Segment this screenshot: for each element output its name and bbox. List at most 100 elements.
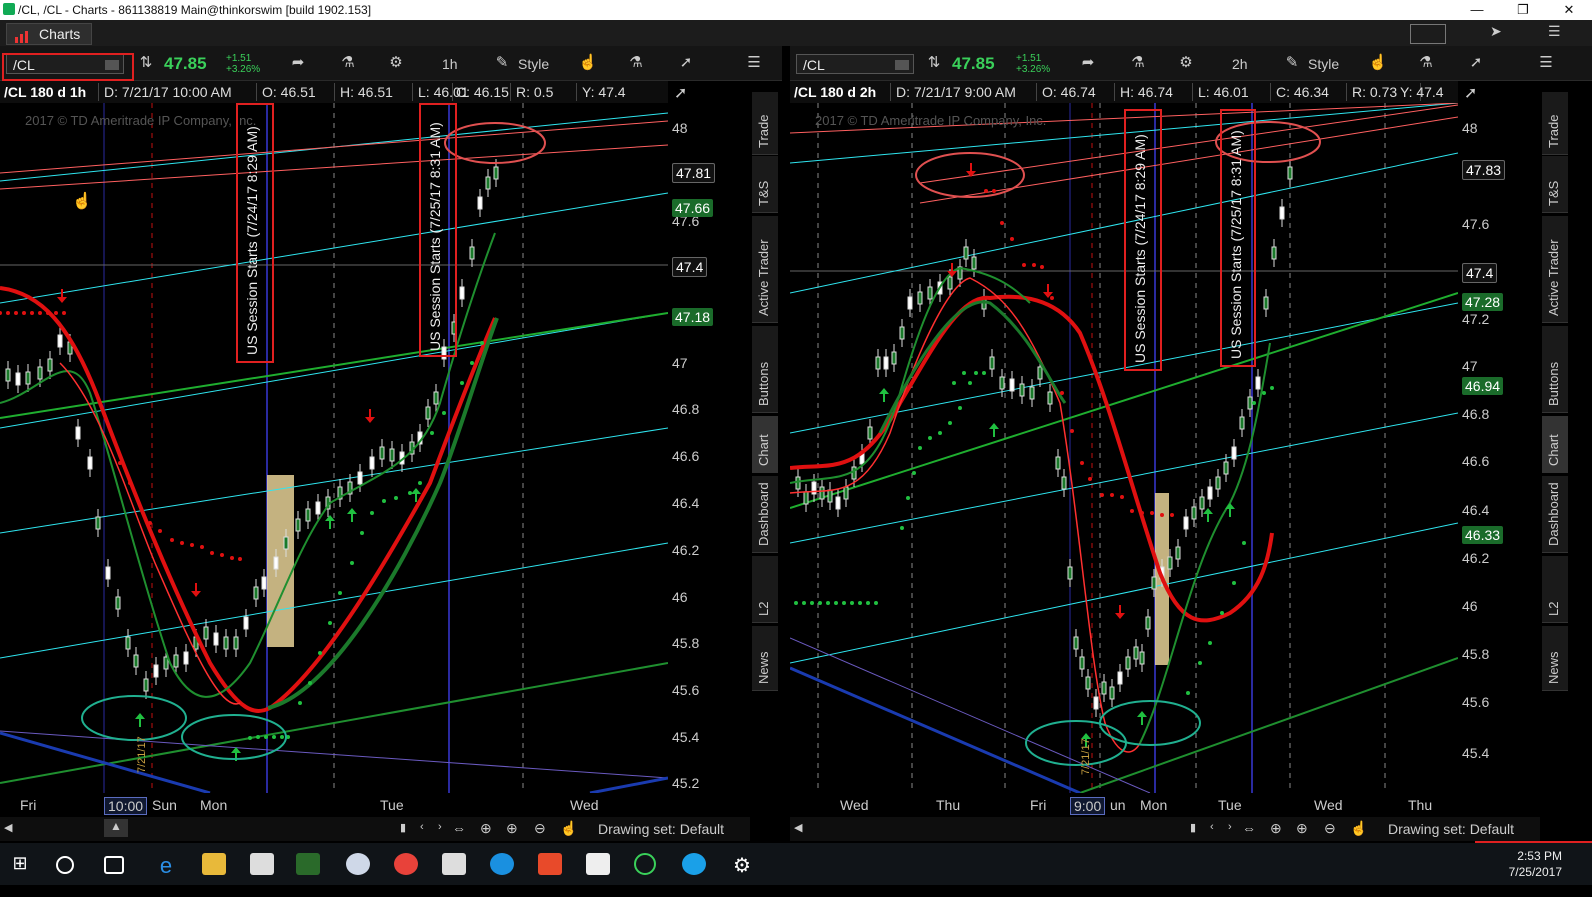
skype-icon[interactable] [682, 853, 706, 875]
side-tab-news[interactable]: News [752, 626, 778, 691]
side-tab-buttons[interactable]: Buttons [1542, 326, 1568, 413]
clock-date[interactable]: 7/25/2017 [1509, 865, 1562, 879]
crosshair-icon[interactable]: ⊕ [1270, 820, 1282, 837]
side-tab-t-s[interactable]: T&S [1542, 156, 1568, 213]
style-icon[interactable]: ✎ [1282, 54, 1302, 72]
menu-icon[interactable]: ☰ [1536, 54, 1556, 72]
side-tab-chart[interactable]: Chart [1542, 416, 1568, 473]
side-tab-news[interactable]: News [1542, 626, 1568, 691]
drawings-icon[interactable]: ➚ [1466, 54, 1486, 72]
crosshair-icon[interactable]: ⊕ [480, 820, 492, 837]
drawing-tool-icon[interactable]: ➚ [674, 83, 687, 103]
indicator-dot [220, 553, 224, 557]
search-icon[interactable] [56, 856, 74, 874]
scroll-handle-icon[interactable]: ▮ [400, 821, 406, 834]
zoom-out-icon[interactable]: ⊖ [1324, 820, 1336, 837]
fit-icon[interactable]: ⇔ [1242, 820, 1256, 836]
clock-time[interactable]: 2:53 PM [1517, 849, 1562, 863]
settings-gear-icon[interactable]: ⚙ [730, 853, 754, 877]
price-axis-left[interactable]: 48 47.6 47 46.8 46.6 46.4 46.2 46 45.8 45.6 45.4 45… [668, 103, 750, 793]
side-tab-l2[interactable]: L2 [1542, 556, 1568, 623]
share-icon[interactable]: ➦ [288, 54, 308, 72]
task-view-icon[interactable] [104, 856, 124, 874]
studies-flask-icon[interactable]: ⚗ [338, 54, 358, 72]
side-tab-active-trader[interactable]: Active Trader [1542, 216, 1568, 323]
side-tab-trade[interactable]: Trade [752, 92, 778, 155]
chart-plot-left[interactable]: 2017 © TD Ameritrade IP Company, Inc. US… [0, 103, 668, 793]
menu-icon[interactable]: ☰ [744, 54, 764, 72]
scroll-left-icon[interactable]: ◀ [4, 821, 12, 834]
file-explorer-icon[interactable] [202, 853, 226, 875]
link-icon[interactable]: ⇅ [924, 54, 944, 72]
sync-app-icon[interactable] [490, 853, 514, 875]
pan-hand-icon[interactable]: ☝ [560, 820, 577, 837]
candle-body [143, 678, 149, 692]
panel-options-icon[interactable]: ☰ [1548, 23, 1568, 43]
thinkorswim-app-icon[interactable] [296, 853, 320, 875]
symbol-selector[interactable]: /CL [796, 54, 914, 74]
expand-icon[interactable]: ▲ [104, 819, 128, 837]
layout-toggle-icon[interactable] [1410, 24, 1446, 44]
scroll-prev-icon[interactable]: ‹ [1210, 821, 1214, 833]
pin-icon[interactable]: ➤ [1490, 23, 1510, 43]
side-tab-chart[interactable]: Chart [752, 416, 778, 473]
cursor-hand-icon[interactable]: ☝ [578, 54, 598, 72]
clock-app-icon[interactable] [346, 853, 370, 875]
style-button[interactable]: Style [1308, 56, 1339, 72]
restore-button[interactable]: ❐ [1500, 1, 1546, 19]
style-icon[interactable]: ✎ [492, 54, 512, 72]
timeframe-button[interactable]: 1h [442, 56, 458, 72]
scroll-next-icon[interactable]: › [438, 821, 442, 833]
timeframe-button[interactable]: 2h [1232, 56, 1248, 72]
side-tab-t-s[interactable]: T&S [752, 156, 778, 213]
side-tab-trade[interactable]: Trade [1542, 92, 1568, 155]
cursor-hand-icon[interactable]: ☝ [1368, 54, 1388, 72]
chrome-icon[interactable] [394, 853, 418, 875]
close-button[interactable]: ✕ [1546, 1, 1592, 19]
scroll-left-icon[interactable]: ◀ [794, 821, 802, 834]
chart-plot-right[interactable]: 2017 © TD Ameritrade IP Company, Inc. US… [790, 103, 1458, 793]
copyright-text: 2017 © TD Ameritrade IP Company, Inc. [815, 113, 1047, 128]
store-icon[interactable] [250, 853, 274, 875]
pan-hand-icon[interactable]: ☝ [1350, 820, 1367, 837]
pattern-flask-icon[interactable]: ⚗ [626, 54, 646, 72]
link-icon[interactable]: ⇅ [136, 54, 156, 72]
fit-icon[interactable]: ⇔ [452, 820, 466, 836]
s-app-icon[interactable] [538, 853, 562, 875]
change-value: +1.51 [1016, 53, 1042, 64]
scroll-prev-icon[interactable]: ‹ [420, 821, 424, 833]
calculator-icon[interactable] [442, 853, 466, 875]
mail-icon[interactable] [586, 853, 610, 875]
share-icon[interactable]: ➦ [1078, 54, 1098, 72]
style-button[interactable]: Style [518, 56, 549, 72]
zoom-in-icon[interactable]: ⊕ [1296, 820, 1308, 837]
edge-browser-icon[interactable]: e [154, 853, 178, 878]
scroll-next-icon[interactable]: › [1228, 821, 1232, 833]
scroll-handle-icon[interactable]: ▮ [1190, 821, 1196, 834]
windows-start-icon[interactable]: ⊞ [8, 853, 32, 875]
indicator-dot [912, 471, 916, 475]
candle-body [25, 371, 31, 385]
settings-gear-icon[interactable]: ⚙ [386, 54, 406, 72]
drawing-set-label[interactable]: Drawing set: Default [598, 821, 724, 837]
side-tab-dashboard[interactable]: Dashboard [1542, 476, 1568, 553]
indicator-dot [370, 511, 374, 515]
drawing-set-label[interactable]: Drawing set: Default [1388, 821, 1514, 837]
pattern-flask-icon[interactable]: ⚗ [1416, 54, 1436, 72]
drawing-tool-icon[interactable]: ➚ [1464, 83, 1477, 103]
charts-tab[interactable]: Charts [6, 23, 92, 45]
side-tab-label: T&S [1546, 180, 1561, 206]
indicator-dot [1120, 495, 1124, 499]
minimize-button[interactable]: — [1454, 1, 1500, 19]
side-tab-active-trader[interactable]: Active Trader [752, 216, 778, 323]
vpn-app-icon[interactable] [634, 853, 656, 875]
price-axis-right[interactable]: 48 47.6 47.2 47 46.8 46.6 46.4 46.2 46 45.8 45.6 45… [1458, 103, 1540, 793]
drawings-icon[interactable]: ➚ [676, 54, 696, 72]
zoom-out-icon[interactable]: ⊖ [534, 820, 546, 837]
studies-flask-icon[interactable]: ⚗ [1128, 54, 1148, 72]
zoom-in-icon[interactable]: ⊕ [506, 820, 518, 837]
settings-gear-icon[interactable]: ⚙ [1176, 54, 1196, 72]
side-tab-dashboard[interactable]: Dashboard [752, 476, 778, 553]
side-tab-l2[interactable]: L2 [752, 556, 778, 623]
side-tab-buttons[interactable]: Buttons [752, 326, 778, 413]
